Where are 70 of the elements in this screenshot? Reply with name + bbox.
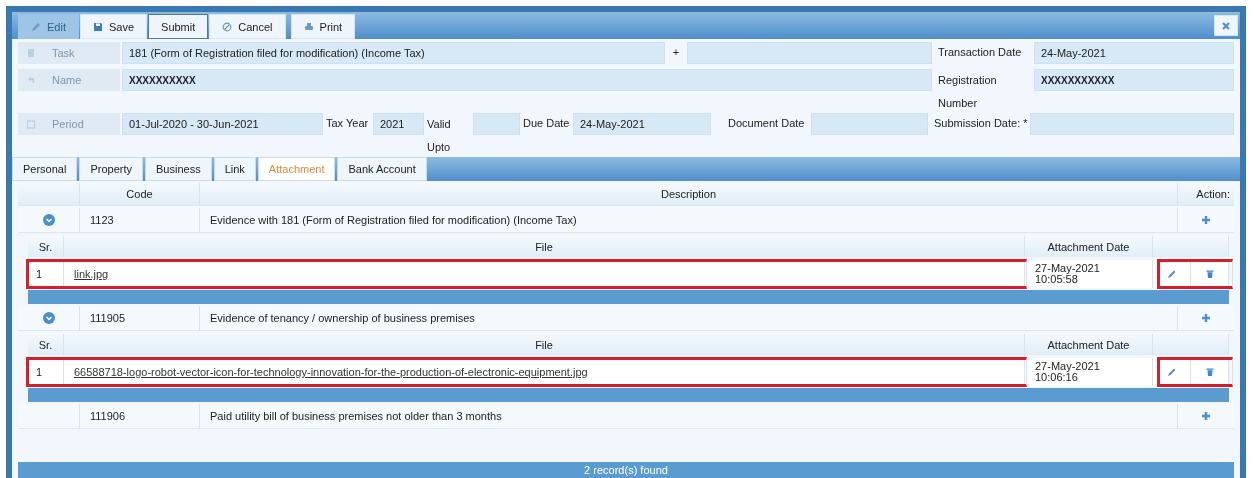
- valid-upto-field[interactable]: [473, 113, 520, 135]
- field-label: Valid Upto: [426, 117, 452, 155]
- task-field[interactable]: 181 (Form of Registration filed for modification) (Income Tax): [122, 42, 665, 64]
- tab[interactable]: Property: [79, 157, 143, 181]
- trash-icon[interactable]: [1204, 269, 1215, 279]
- calendar-icon: [26, 119, 36, 129]
- separator-text: +: [671, 45, 681, 58]
- serial-cell: 1: [28, 260, 64, 288]
- transaction-date-field[interactable]: 24-May-2021: [1034, 42, 1234, 64]
- ban-icon: [222, 21, 233, 32]
- field-label: Document Date: [727, 116, 806, 130]
- column-header: File: [64, 334, 1025, 355]
- document-icon: [26, 48, 36, 58]
- field-label: Due Date: [522, 116, 571, 130]
- code-cell: 111906: [80, 404, 200, 428]
- description-cell: Paid utility bill of business premises not older than 3 months: [200, 404, 1178, 428]
- date-cell: 27-May-2021 10:06:16: [1025, 358, 1153, 386]
- form-label: Period: [18, 113, 120, 135]
- add-icon[interactable]: [1201, 215, 1211, 225]
- form-label: Task: [18, 42, 120, 64]
- collapse-toggle-icon[interactable]: [42, 214, 55, 226]
- column-header: Attachment Date: [1025, 334, 1153, 355]
- field-label: Transaction Date: [937, 45, 1023, 59]
- code-cell: 1123: [80, 208, 200, 232]
- record-count: 2 record(s) found: [18, 462, 1234, 478]
- tax-year-field[interactable]: 2021: [373, 113, 424, 135]
- toolbar-button[interactable]: Save: [79, 14, 148, 39]
- document-date-field[interactable]: [811, 113, 928, 135]
- input-field[interactable]: [687, 42, 932, 64]
- collapse-toggle-icon[interactable]: [42, 312, 55, 324]
- tab[interactable]: Personal: [12, 157, 78, 181]
- column-header: Sr.: [28, 236, 64, 257]
- close-button[interactable]: [1214, 15, 1238, 36]
- pencil-icon[interactable]: [1166, 367, 1177, 377]
- toolbar-button[interactable]: Print: [290, 14, 356, 39]
- file-link[interactable]: 66588718-logo-robot-vector-icon-for-technology-innovation-for-the-production-of-electronic-equipment.jpg: [74, 366, 588, 378]
- due-date-field[interactable]: 24-May-2021: [573, 113, 711, 135]
- toolbar-button[interactable]: Cancel: [209, 14, 286, 39]
- submission-date-field[interactable]: [1030, 113, 1234, 135]
- add-icon[interactable]: [1201, 313, 1211, 323]
- registration-number-field[interactable]: XXXXXXXXXXX: [1034, 69, 1234, 91]
- column-header: File: [64, 236, 1025, 257]
- field-label: Tax Year: [325, 116, 370, 130]
- add-icon[interactable]: [1201, 411, 1211, 421]
- name-field[interactable]: XXXXXXXXXX: [122, 69, 932, 91]
- description-cell: Evidence with 181 (Form of Registration filed for modification) (Income Tax): [200, 208, 1178, 232]
- pencil-icon[interactable]: [1166, 269, 1177, 279]
- tab[interactable]: Bank Account: [337, 157, 427, 181]
- code-cell: 111905: [80, 306, 200, 330]
- printer-icon: [303, 21, 314, 32]
- column-header: Description: [200, 183, 1178, 205]
- field-label: Registration Number: [937, 73, 998, 111]
- back-arrow-icon: [26, 75, 36, 85]
- field-label: Submission Date: *: [933, 116, 1029, 130]
- column-header: Action:: [1195, 187, 1231, 202]
- column-header: Code: [80, 183, 200, 205]
- file-link[interactable]: link.jpg: [74, 268, 109, 280]
- toolbar-button[interactable]: Submit: [148, 14, 209, 39]
- pencil-icon: [31, 21, 41, 32]
- date-cell: 27-May-2021 10:05:58: [1025, 260, 1153, 288]
- description-cell: Evidence of tenancy / ownership of business premises: [200, 306, 1178, 330]
- serial-cell: 1: [28, 358, 64, 386]
- column-header: Attachment Date: [1025, 236, 1153, 257]
- trash-icon[interactable]: [1204, 367, 1215, 377]
- column-header: Sr.: [28, 334, 64, 355]
- tab[interactable]: Business: [145, 157, 212, 181]
- period-field[interactable]: 01-Jul-2020 - 30-Jun-2021: [122, 113, 323, 135]
- tab[interactable]: Link: [213, 157, 256, 181]
- close-icon: [1221, 20, 1231, 31]
- form-label: Name: [18, 69, 120, 91]
